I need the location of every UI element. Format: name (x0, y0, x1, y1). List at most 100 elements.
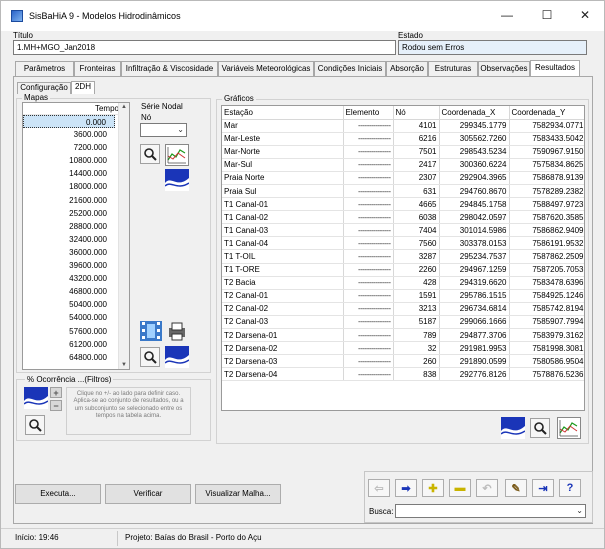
column-header-elemento[interactable]: Elemento (343, 106, 394, 120)
graficos-zoom-button[interactable] (530, 418, 550, 438)
list-item[interactable]: 36000.000 (23, 246, 129, 259)
table-row[interactable]: T2 Darsena-02 --------------- 32 291981.995… (222, 341, 584, 356)
list-item[interactable]: 25200.000 (23, 207, 129, 220)
scroll-down-icon[interactable]: ▼ (121, 362, 127, 368)
list-item[interactable]: 50400.000 (23, 298, 129, 311)
table-cell: 7583433.5042 (509, 132, 584, 146)
table-cell: 4101 (393, 119, 440, 133)
list-item[interactable]: 61200.000 (23, 338, 129, 351)
list-item[interactable]: 43200.000 (23, 272, 129, 285)
list-item[interactable]: 14400.000 (23, 167, 129, 180)
list-item[interactable]: 3600.000 (23, 128, 129, 141)
mapas-zoom-button[interactable] (140, 347, 160, 367)
wave-map-icon[interactable] (23, 387, 49, 409)
ocorrencia-zoom-button[interactable] (25, 415, 45, 435)
wave-map-icon[interactable] (164, 169, 190, 191)
tab-variaveis-meteorologicas[interactable]: Variáveis Meteorológicas (218, 61, 314, 76)
film-animation-icon[interactable] (140, 321, 162, 341)
table-row[interactable]: T2 Canal-01 --------------- 1591 295786.151… (222, 289, 584, 303)
list-item[interactable]: 54000.000 (23, 311, 129, 324)
table-row[interactable]: Mar-Sul --------------- 2417 300360.6224 757… (222, 158, 584, 172)
tab-infiltracao[interactable]: Infiltração & Viscosidade (121, 61, 218, 76)
chart-series-icon[interactable] (557, 417, 581, 439)
list-item[interactable]: 39600.000 (23, 259, 129, 272)
table-row[interactable]: T2 Darsena-01 --------------- 789 294877.37… (222, 328, 584, 343)
column-header-coord-x[interactable]: Coordenada_X (439, 106, 510, 120)
table-row[interactable]: T1 T-ORE --------------- 2260 294967.1259 75… (222, 263, 584, 277)
table-row[interactable]: Praia Norte --------------- 2307 292904.396… (222, 171, 584, 185)
list-item[interactable]: 32400.000 (23, 233, 129, 246)
list-item[interactable]: 10800.000 (23, 154, 129, 167)
mapas-scrollbar[interactable]: ▲ ▼ (118, 103, 129, 369)
table-row[interactable]: T1 Canal-01 --------------- 4665 294845.175… (222, 197, 584, 212)
column-header-coord-y[interactable]: Coordenada_Y (509, 106, 584, 120)
scroll-up-icon[interactable]: ▲ (121, 104, 127, 110)
remove-icon[interactable]: ▬ (449, 479, 471, 497)
edit-pencil-icon[interactable]: ✎ (505, 479, 527, 497)
visualizar-malha-button[interactable]: Visualizar Malha... (195, 484, 281, 504)
subtab-2dh[interactable]: 2DH (71, 81, 95, 94)
minimize-button[interactable]: — (487, 1, 527, 29)
magnifier-icon (144, 148, 157, 161)
table-cell: Praia Norte (222, 171, 344, 185)
arrow-right-icon[interactable]: ➡ (395, 479, 417, 497)
tab-estruturas[interactable]: Estruturas (428, 61, 478, 76)
table-row[interactable]: T2 Darsena-04 --------------- 838 292776.81… (222, 367, 584, 382)
table-row[interactable]: T2 Darsena-03 --------------- 260 291890.05… (222, 354, 584, 369)
tab-fronteiras[interactable]: Fronteiras (74, 61, 121, 76)
help-icon[interactable]: ? (559, 479, 581, 497)
wave-map-icon[interactable] (500, 417, 526, 439)
table-row[interactable]: T1 Canal-02 --------------- 6038 298042.059… (222, 210, 584, 225)
titulo-input[interactable]: 1.MH+MGO_Jan2018 (13, 40, 396, 55)
list-item[interactable]: 0.000 (23, 115, 115, 129)
table-row[interactable]: Mar-Leste --------------- 6216 305562.7260 7… (222, 132, 584, 146)
table-cell: 2307 (393, 171, 440, 185)
table-row[interactable]: T1 T-OIL --------------- 3287 295234.7537 75… (222, 249, 584, 264)
table-row[interactable]: T1 Canal-04 --------------- 7560 303378.015… (222, 236, 584, 251)
table-row[interactable]: T1 Canal-03 --------------- 7404 301014.598… (222, 223, 584, 238)
close-button[interactable]: ✕ (565, 1, 605, 29)
arrow-left-icon[interactable]: ⇦ (368, 479, 390, 497)
table-row[interactable]: Mar-Norte --------------- 7501 298543.5234 7… (222, 145, 584, 159)
list-item[interactable]: 7200.000 (23, 141, 129, 154)
column-header-no[interactable]: Nó (393, 106, 440, 120)
print-export-icon[interactable] (166, 321, 188, 341)
list-item[interactable]: 57600.000 (23, 325, 129, 338)
table-row[interactable]: Mar --------------- 4101 299345.1779 7582934… (222, 119, 584, 133)
table-cell: 6216 (393, 132, 440, 146)
verificar-button[interactable]: Verificar (105, 484, 191, 504)
no-select[interactable]: ⌄ (140, 123, 187, 137)
add-icon[interactable]: ✚ (422, 479, 444, 497)
table-cell: --------------- (343, 184, 394, 199)
list-item[interactable]: 28800.000 (23, 220, 129, 233)
tab-observacoes[interactable]: Observações (478, 61, 530, 76)
tab-absorcao[interactable]: Absorção (386, 61, 428, 76)
wave-map-icon[interactable] (164, 346, 190, 368)
undo-icon[interactable]: ↶ (476, 479, 498, 497)
list-item[interactable]: 64800.000 (23, 351, 129, 364)
maximize-button[interactable]: ☐ (527, 1, 567, 29)
table-row[interactable]: T2 Canal-03 --------------- 5187 299066.166… (222, 315, 584, 330)
exit-door-icon[interactable]: ⇥ (532, 479, 554, 497)
busca-select[interactable]: ⌄ (395, 504, 586, 518)
executa-button[interactable]: Executa... (15, 484, 101, 504)
serie-zoom-button[interactable] (140, 144, 160, 164)
tab-condicoes-iniciais[interactable]: Condições Iniciais (314, 61, 386, 76)
table-cell: T1 T-OIL (222, 249, 344, 264)
minus-icon[interactable]: − (50, 400, 62, 411)
table-cell: --------------- (343, 197, 394, 212)
table-row[interactable]: Praia Sul --------------- 631 294760.8670 75… (222, 184, 584, 199)
table-row[interactable]: T2 Bacia --------------- 428 294319.6620 758… (222, 276, 584, 290)
list-item[interactable]: 18000.000 (23, 180, 129, 193)
list-item[interactable]: 21600.000 (23, 194, 129, 207)
estacoes-grid[interactable]: Estação Elemento Nó Coordenada_X Coorden… (221, 105, 585, 411)
column-header-estacao[interactable]: Estação (222, 106, 344, 120)
table-cell: T2 Bacia (222, 276, 344, 290)
tab-parametros[interactable]: Parâmetros (15, 61, 74, 76)
table-row[interactable]: T2 Canal-02 --------------- 3213 296734.681… (222, 302, 584, 316)
plus-icon[interactable]: + (50, 387, 62, 398)
list-item[interactable]: 46800.000 (23, 285, 129, 298)
tab-resultados[interactable]: Resultados (530, 60, 580, 77)
chart-series-icon[interactable] (165, 144, 189, 166)
mapas-time-list[interactable]: Tempo 0.000 3600.000 7200.000 10800.000 1440… (22, 102, 130, 370)
